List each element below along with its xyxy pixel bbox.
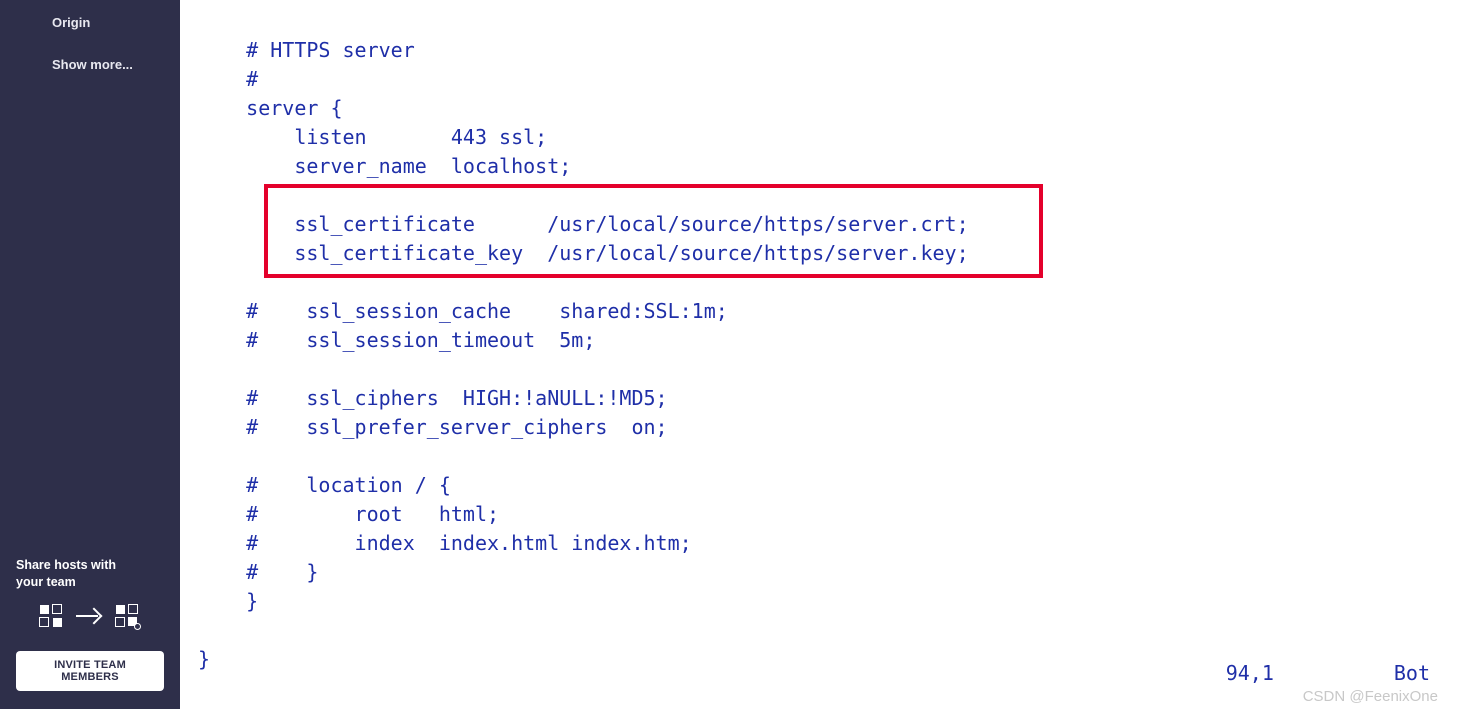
code-line-10: # ssl_session_cache shared:SSL:1m; xyxy=(198,299,728,323)
share-text-line2: your team xyxy=(16,575,76,589)
code-line-19: # } xyxy=(198,560,318,584)
code-line-20: } xyxy=(198,589,258,613)
code-line-13: # ssl_ciphers HIGH:!aNULL:!MD5; xyxy=(198,386,668,410)
share-icons-row xyxy=(40,605,164,627)
code-line-22: } xyxy=(198,647,210,671)
sidebar-item-origin[interactable]: Origin xyxy=(0,8,180,38)
editor-status-bar: 94,1 Bot xyxy=(1226,661,1430,685)
code-block: # HTTPS server # server { listen 443 ssl… xyxy=(180,0,1458,674)
scroll-position: Bot xyxy=(1394,661,1430,685)
code-line-3: server { xyxy=(198,96,343,120)
code-line-18: # index index.html index.htm; xyxy=(198,531,692,555)
code-line-11: # ssl_session_timeout 5m; xyxy=(198,328,595,352)
code-line-2: # xyxy=(198,67,258,91)
invite-team-members-button[interactable]: INVITE TEAM MEMBERS xyxy=(16,651,164,691)
sidebar: Origin Show more... Share hosts with you… xyxy=(0,0,180,709)
code-editor[interactable]: # HTTPS server # server { listen 443 ssl… xyxy=(180,0,1458,709)
cursor-position: 94,1 xyxy=(1226,661,1274,685)
sidebar-bottom: Share hosts with your team INVITE TEAM M… xyxy=(0,557,180,691)
code-line-14: # ssl_prefer_server_ciphers on; xyxy=(198,415,668,439)
code-line-1: # HTTPS server xyxy=(198,38,415,62)
sidebar-item-show-more[interactable]: Show more... xyxy=(0,50,180,80)
host-grid-icon xyxy=(40,605,62,627)
sidebar-top: Origin Show more... xyxy=(0,8,180,80)
code-line-8: ssl_certificate_key /usr/local/source/ht… xyxy=(198,241,969,265)
code-line-7: ssl_certificate /usr/local/source/https/… xyxy=(198,212,969,236)
arrow-right-icon xyxy=(76,609,102,623)
main-content: # HTTPS server # server { listen 443 ssl… xyxy=(180,0,1458,709)
watermark-text: CSDN @FeenixOne xyxy=(1303,688,1438,705)
code-line-16: # location / { xyxy=(198,473,451,497)
code-line-17: # root html; xyxy=(198,502,499,526)
share-text-line1: Share hosts with xyxy=(16,558,116,572)
share-hosts-label: Share hosts with your team xyxy=(16,557,164,591)
code-line-5: server_name localhost; xyxy=(198,154,571,178)
team-grid-icon xyxy=(116,605,138,627)
code-line-4: listen 443 ssl; xyxy=(198,125,547,149)
